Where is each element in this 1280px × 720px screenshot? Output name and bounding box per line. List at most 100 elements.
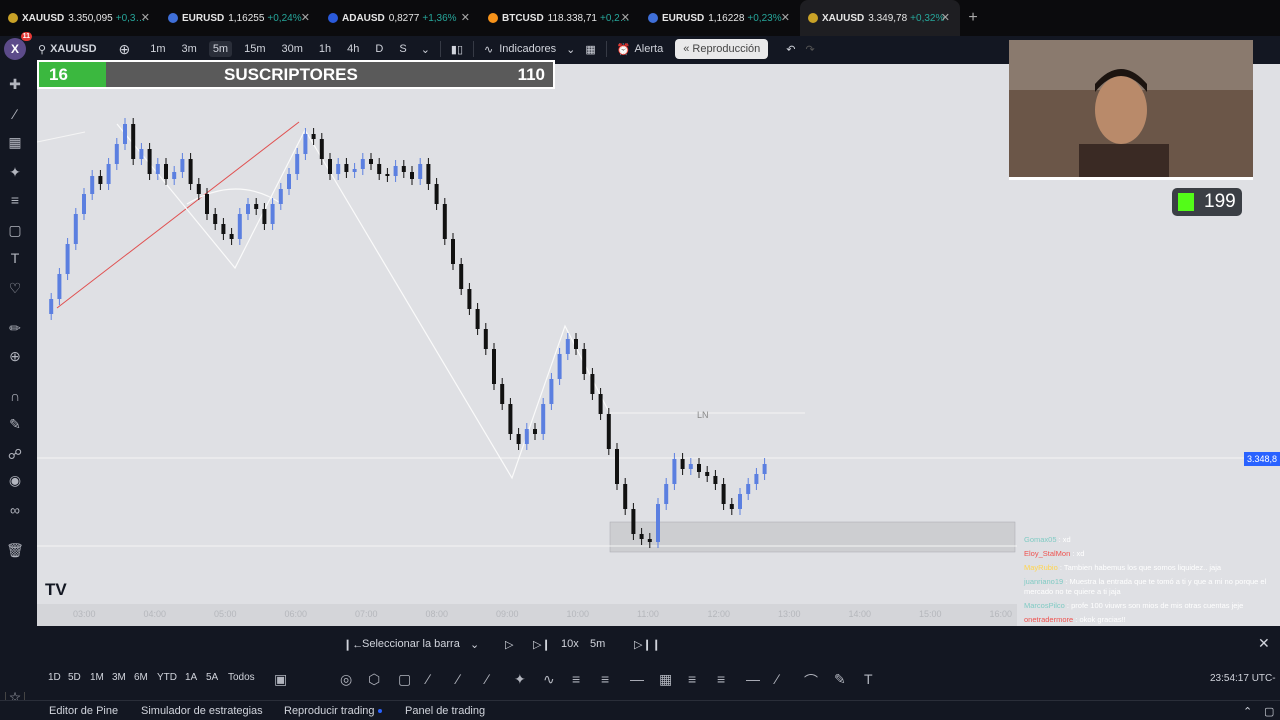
strategy-tester-tab[interactable]: Simulador de estrategias	[141, 705, 263, 717]
datetime-display[interactable]: 23:54:17 UTC-	[1210, 673, 1276, 684]
range-3m[interactable]: 3M	[112, 672, 126, 683]
range-1m[interactable]: 1M	[90, 672, 104, 683]
polygon-tool-icon[interactable]: ⬡	[368, 671, 380, 688]
time-axis[interactable]: 03:00 04:00 05:00 06:00 07:00 08:00 09:00 10:00…	[37, 604, 1017, 626]
timeframe-15m[interactable]: 15m	[240, 41, 269, 57]
redo-icon[interactable]: ↷	[805, 43, 814, 56]
indicators-icon[interactable]: ∿	[484, 43, 493, 56]
undo-icon[interactable]: ↶	[786, 43, 795, 56]
magnet-icon[interactable]: ∩	[5, 386, 25, 406]
select-bar-icon[interactable]: ❙←	[343, 638, 363, 651]
path-tool-icon[interactable]: ∿	[543, 671, 555, 688]
heart-icon[interactable]: ♡	[5, 278, 25, 298]
regression-icon[interactable]: ≡	[601, 671, 609, 687]
browser-tab-eurusd[interactable]: EURUSD 1,16255 +0,24% ✕	[160, 0, 320, 36]
rectangle-tool-icon[interactable]: ▢	[398, 671, 411, 688]
stay-drawing-icon[interactable]: ✎	[5, 414, 25, 434]
close-tab-icon[interactable]: ✕	[781, 11, 790, 24]
user-avatar[interactable]: X 11	[4, 32, 32, 60]
range-1d[interactable]: 1D	[48, 672, 61, 683]
timeframe-D[interactable]: D	[371, 41, 387, 57]
symbol-name[interactable]: XAUUSD	[50, 43, 96, 55]
text-tool-icon[interactable]: T	[864, 671, 873, 687]
close-replay-icon[interactable]: ✕	[1258, 635, 1270, 652]
replay-speed[interactable]: 10x	[561, 638, 579, 650]
timeframe-5m[interactable]: 5m	[208, 41, 233, 57]
text-icon[interactable]: T	[5, 248, 25, 268]
ray-tool-icon[interactable]: ∕	[486, 671, 488, 687]
range-1a[interactable]: 1A	[185, 672, 197, 683]
grid-tool-icon[interactable]: ▦	[659, 671, 672, 688]
pattern-icon[interactable]: ✦	[5, 162, 25, 182]
trading-panel-tab[interactable]: Panel de trading	[405, 705, 485, 717]
close-tab-icon[interactable]: ✕	[941, 11, 950, 24]
maximize-panel-icon[interactable]: ▢	[1264, 705, 1274, 718]
timeframe-4h[interactable]: 4h	[343, 41, 363, 57]
eye-icon[interactable]: ◉	[5, 470, 25, 490]
alert-button[interactable]: Alerta	[634, 43, 663, 55]
play-icon[interactable]: ▷	[505, 638, 513, 651]
close-tab-icon[interactable]: ✕	[141, 11, 150, 24]
close-tab-icon[interactable]: ✕	[301, 11, 310, 24]
lock-icon[interactable]: ☍	[5, 444, 25, 464]
trend-line-icon[interactable]: ∕	[5, 104, 25, 124]
browser-tab-adausd[interactable]: ADAUSD 0,8277 +1,36% ✕	[320, 0, 480, 36]
fib-retracement-icon[interactable]: ▦	[5, 132, 25, 152]
trash-icon[interactable]: 🗑	[5, 540, 25, 560]
pen-tool-icon[interactable]: ✎	[834, 671, 846, 688]
zoom-in-icon[interactable]: ⊕	[5, 346, 25, 366]
indicators-button[interactable]: Indicadores	[499, 43, 556, 55]
close-tab-icon[interactable]: ✕	[461, 11, 470, 24]
timeframe-S[interactable]: S	[395, 41, 410, 57]
range-todos[interactable]: Todos	[228, 672, 255, 683]
layout-grid-icon[interactable]: ▦	[585, 43, 595, 56]
collapse-panel-icon[interactable]: ⌃	[1243, 705, 1252, 718]
fib-channel-icon[interactable]: ≡	[717, 671, 725, 687]
jump-to-realtime-icon[interactable]: ▷❙❙	[634, 638, 661, 651]
fib-tool-icon[interactable]: ≡	[688, 671, 696, 687]
select-bar-button[interactable]: Seleccionar la barra	[362, 638, 460, 650]
compare-add-icon[interactable]: ⊕	[119, 41, 131, 58]
arc-tool-icon[interactable]: ⌒	[804, 671, 818, 691]
browser-tab-btcusd[interactable]: BTCUSD 118.338,71 +0,2… ✕	[480, 0, 640, 36]
prediction-icon[interactable]: ≡	[5, 190, 25, 210]
close-tab-icon[interactable]: ✕	[621, 11, 630, 24]
circle-tool-icon[interactable]: ◎	[340, 671, 352, 688]
select-bar-dropdown-icon[interactable]: ⌄	[470, 638, 479, 651]
new-tab-icon[interactable]: +	[960, 9, 986, 27]
crosshair-icon[interactable]: ✚	[5, 74, 25, 94]
step-forward-icon[interactable]: ▷❙	[533, 638, 551, 651]
horizontal-line-icon[interactable]: —	[630, 671, 644, 687]
node-tool-icon[interactable]: ✦	[514, 671, 526, 688]
symbol-search-icon[interactable]: ⚲	[38, 43, 46, 56]
parallel-channel-icon[interactable]: ≡	[572, 671, 580, 687]
range-5d[interactable]: 5D	[68, 672, 81, 683]
drawing-tools-sidebar: ✚ ∕ ▦ ✦ ≡ ▢ T ♡ ✏ ⊕ ∩ ✎ ☍ ◉ ∞ 🗑 ☆	[0, 62, 30, 706]
chart-type-icon[interactable]: ▮▯	[451, 43, 463, 56]
browser-tab-xauusd[interactable]: XAUUSD 3.350,095 +0,3… ✕	[0, 0, 160, 36]
timeframe-dropdown-icon[interactable]: ⌄	[421, 43, 430, 56]
range-ytd[interactable]: YTD	[157, 672, 177, 683]
line-tool-icon[interactable]: ∕	[457, 671, 459, 687]
range-6m[interactable]: 6M	[134, 672, 148, 683]
timeframe-1m[interactable]: 1m	[146, 41, 169, 57]
brush-tool-icon[interactable]: ∕	[427, 671, 429, 687]
goto-date-icon[interactable]: ▣	[274, 671, 287, 688]
geometric-shapes-icon[interactable]: ▢	[5, 220, 25, 240]
timeframe-1h[interactable]: 1h	[315, 41, 335, 57]
replay-interval[interactable]: 5m	[590, 638, 605, 650]
timeframe-30m[interactable]: 30m	[278, 41, 307, 57]
link-icon[interactable]: ∞	[5, 500, 25, 520]
timeframe-3m[interactable]: 3m	[178, 41, 201, 57]
ruler-icon[interactable]: ✏	[5, 318, 25, 338]
replay-trading-tab[interactable]: Reproducir trading	[284, 705, 382, 717]
horizontal-ray-icon[interactable]: —	[746, 671, 760, 687]
replay-button[interactable]: « Reproducción	[675, 39, 769, 59]
curve-tool-icon[interactable]: ∕	[776, 671, 778, 687]
pine-editor-tab[interactable]: Editor de Pine	[49, 705, 118, 717]
range-5a[interactable]: 5A	[206, 672, 218, 683]
alarm-clock-icon[interactable]: ⏰	[617, 43, 631, 56]
browser-tab-xauusd[interactable]: XAUUSD 3.349,78 +0,32% ✕	[800, 0, 960, 36]
indicators-dropdown-icon[interactable]: ⌄	[566, 43, 575, 56]
browser-tab-eurusd[interactable]: EURUSD 1,16228 +0,23% ✕	[640, 0, 800, 36]
